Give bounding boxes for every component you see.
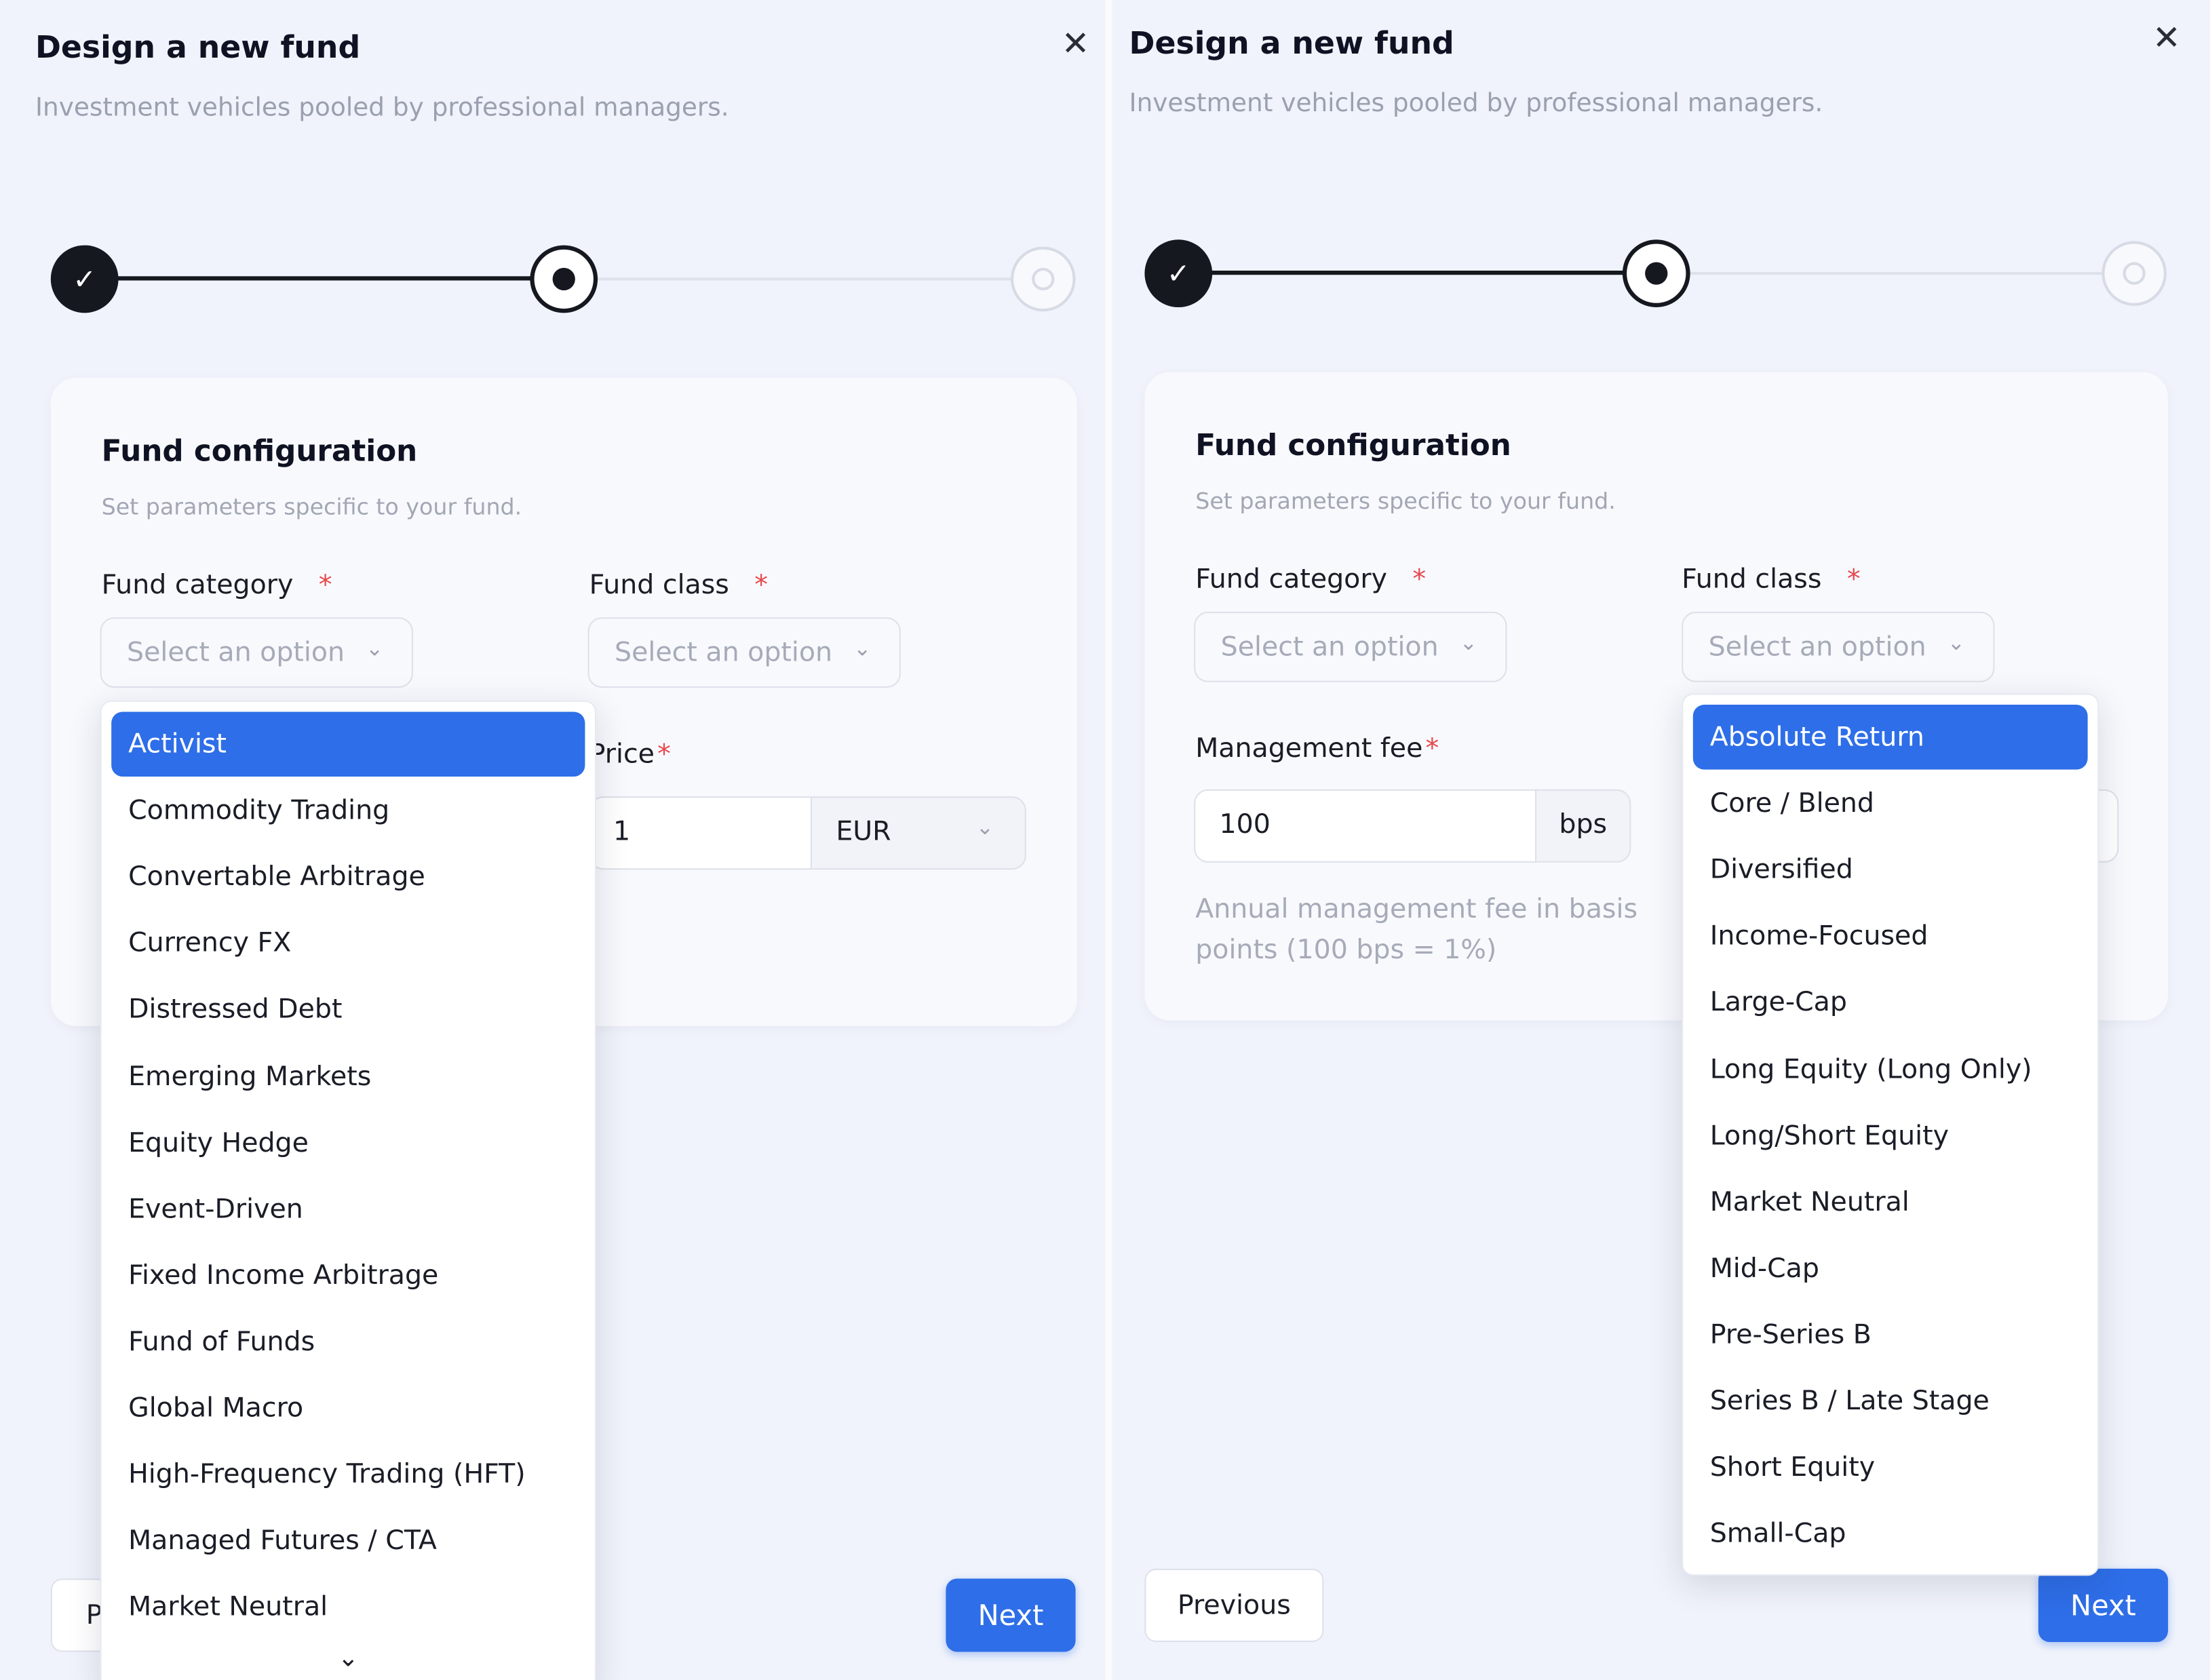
panel-divider <box>1105 0 1112 1680</box>
dropdown-option[interactable]: Distressed Debt <box>111 977 585 1042</box>
step-connector-done <box>84 276 564 281</box>
card-subtitle: Set parameters specific to your fund. <box>1195 488 1616 515</box>
fee-unit-addon: bps <box>1535 789 1631 863</box>
dropdown-option[interactable]: Activist <box>111 711 585 777</box>
management-fee-value: 100 <box>1219 808 1271 840</box>
dropdown-option[interactable]: Equity Hedge <box>111 1110 585 1175</box>
current-dot-icon <box>552 267 575 291</box>
dropdown-option[interactable]: Convertable Arbitrage <box>111 844 585 910</box>
dropdown-option[interactable]: Managed Futures / CTA <box>111 1508 585 1574</box>
step-completed[interactable]: ✓ <box>1144 239 1213 308</box>
fund-category-dropdown: Activist Commodity Trading Convertable Arb… <box>100 700 597 1680</box>
fund-class-select[interactable]: Select an option ⌄ <box>587 617 901 688</box>
required-mark: * <box>1425 732 1439 764</box>
chevron-down-icon: ⌄ <box>975 815 994 840</box>
scroll-down-icon[interactable]: ⌄ <box>102 1643 595 1673</box>
step-completed[interactable]: ✓ <box>50 245 119 313</box>
select-placeholder: Select an option <box>127 637 345 669</box>
card-title: Fund configuration <box>1195 428 1511 463</box>
modal-subtitle: Investment vehicles pooled by profession… <box>1129 88 1823 119</box>
required-mark: * <box>1412 564 1427 595</box>
dropdown-option[interactable]: Emerging Markets <box>111 1044 585 1109</box>
step-connector-pending <box>1657 272 2137 275</box>
currency-select[interactable]: EUR ⌄ <box>810 796 1026 870</box>
check-icon: ✓ <box>1166 256 1190 291</box>
dropdown-option[interactable]: Event-Driven <box>111 1177 585 1242</box>
dropdown-option[interactable]: Absolute Return <box>1692 705 2088 770</box>
price-input[interactable]: 1 <box>589 796 812 870</box>
step-current[interactable] <box>1622 239 1690 308</box>
management-fee-input[interactable]: 100 <box>1194 789 1537 863</box>
management-fee-label: Management fee * <box>1195 732 1439 764</box>
required-mark: * <box>657 738 671 770</box>
circle-icon <box>2122 262 2146 285</box>
dropdown-option[interactable]: Short Equity <box>1693 1435 2088 1500</box>
fund-category-select[interactable]: Select an option ⌄ <box>1194 611 1507 682</box>
fund-class-label: Fund class * <box>1682 564 1861 595</box>
close-icon[interactable]: ✕ <box>2151 21 2182 55</box>
management-fee-hint: Annual management fee in basis points (1… <box>1195 893 1638 966</box>
dropdown-option[interactable]: Fund of Funds <box>111 1309 585 1374</box>
dropdown-option[interactable]: High-Frequency Trading (HFT) <box>111 1442 585 1507</box>
next-button[interactable]: Next <box>2038 1568 2169 1642</box>
fund-category-select[interactable]: Select an option ⌄ <box>100 617 413 688</box>
dropdown-option[interactable]: Market Neutral <box>111 1575 585 1640</box>
select-placeholder: Select an option <box>615 637 833 669</box>
dropdown-option[interactable]: Small-Cap <box>1693 1502 2088 1567</box>
dropdown-option[interactable]: Commodity Trading <box>111 778 585 843</box>
modal-title: Design a new fund <box>1129 26 1454 62</box>
modal-title: Design a new fund <box>35 31 361 66</box>
step-upcoming[interactable] <box>1010 246 1076 312</box>
current-dot-icon <box>1645 262 1668 285</box>
chevron-down-icon: ⌄ <box>1459 629 1477 656</box>
next-button[interactable]: Next <box>946 1578 1076 1652</box>
dropdown-option[interactable]: Currency FX <box>111 911 585 976</box>
modal-right: Design a new fund Investment vehicles po… <box>1112 0 2210 1680</box>
chevron-down-icon: ⌄ <box>1947 629 1965 656</box>
fund-category-label: Fund category * <box>1195 564 1427 595</box>
fund-category-label: Fund category * <box>101 569 332 601</box>
circle-icon <box>1032 267 1055 291</box>
step-connector-done <box>1178 270 1658 275</box>
modal-subtitle: Investment vehicles pooled by profession… <box>35 93 729 123</box>
dropdown-option[interactable]: Core / Blend <box>1693 771 2088 836</box>
dropdown-option[interactable]: Global Macro <box>111 1375 585 1441</box>
dropdown-option[interactable]: Large-Cap <box>1693 971 2088 1036</box>
previous-button[interactable]: Previous <box>1144 1568 1324 1642</box>
chevron-down-icon: ⌄ <box>366 636 384 661</box>
required-mark: * <box>754 569 769 601</box>
select-placeholder: Select an option <box>1220 631 1439 663</box>
dropdown-option[interactable]: Fixed Income Arbitrage <box>111 1243 585 1308</box>
dropdown-option[interactable]: Mid-Cap <box>1693 1236 2088 1301</box>
fund-class-dropdown: Absolute Return Core / Blend Diversified In… <box>1682 693 2099 1576</box>
modal-left: Design a new fund Investment vehicles po… <box>0 0 1106 1680</box>
price-value: 1 <box>613 816 631 847</box>
dropdown-option[interactable]: Diversified <box>1693 838 2088 903</box>
step-current[interactable] <box>530 245 598 313</box>
chevron-down-icon: ⌄ <box>853 636 872 661</box>
fund-class-select[interactable]: Select an option ⌄ <box>1682 611 1995 682</box>
check-icon: ✓ <box>73 262 97 296</box>
dropdown-option[interactable]: Income-Focused <box>1693 904 2088 969</box>
dropdown-option[interactable]: Market Neutral <box>1693 1169 2088 1234</box>
step-upcoming[interactable] <box>2101 241 2167 306</box>
card-subtitle: Set parameters specific to your fund. <box>101 493 522 520</box>
dropdown-option[interactable]: Long Equity (Long Only) <box>1693 1036 2088 1101</box>
required-mark: * <box>1846 564 1861 595</box>
required-mark: * <box>318 569 332 601</box>
currency-value: EUR <box>836 816 891 847</box>
fee-unit: bps <box>1559 808 1608 840</box>
dropdown-option[interactable]: Pre-Series B <box>1693 1302 2088 1367</box>
card-title: Fund configuration <box>101 434 418 468</box>
step-connector-pending <box>564 277 1043 281</box>
dropdown-option[interactable]: Series B / Late Stage <box>1693 1369 2088 1434</box>
fund-class-label: Fund class * <box>589 569 769 601</box>
price-label: Price * <box>589 738 671 770</box>
dropdown-option[interactable]: Long/Short Equity <box>1693 1103 2088 1168</box>
select-placeholder: Select an option <box>1708 631 1926 663</box>
close-icon[interactable]: ✕ <box>1060 26 1091 60</box>
